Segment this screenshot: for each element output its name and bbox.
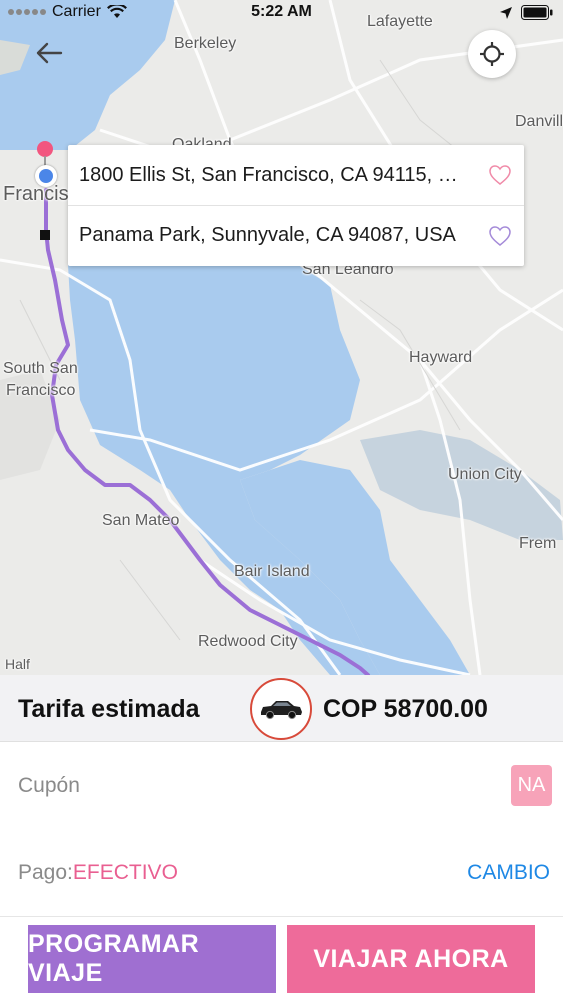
status-bar: Carrier 5:22 AM	[0, 0, 563, 28]
coupon-row[interactable]: Cupón	[0, 742, 563, 828]
map-label-union-city: Union City	[448, 466, 522, 483]
fare-label: Tarifa estimada	[18, 695, 200, 723]
origin-address-field[interactable]: 1800 Ellis St, San Francisco, CA 94115, …	[68, 145, 524, 205]
favorite-origin-heart-icon[interactable]	[488, 164, 512, 186]
destination-address-field[interactable]: Panama Park, Sunnyvale, CA 94087, USA	[68, 205, 524, 265]
payment-row: Pago:EFECTIVO CAMBIO	[0, 845, 563, 901]
map-label-south-sf-2: Francisco	[6, 382, 76, 399]
map-label-bair-island: Bair Island	[234, 563, 310, 580]
fare-amount: COP 58700.00	[323, 695, 488, 723]
map-label-half: Half	[5, 656, 30, 672]
vehicle-type-badge[interactable]	[250, 678, 312, 740]
address-panel: 1800 Ellis St, San Francisco, CA 94115, …	[68, 145, 524, 266]
map-label-south-sf-1: South San	[3, 360, 78, 377]
back-arrow-icon	[36, 42, 63, 64]
map-label-francisco: Francis	[3, 183, 69, 205]
map-view[interactable]: Berkeley Lafayette Oakland Danville Fran…	[0, 0, 563, 675]
status-time: 5:22 AM	[251, 3, 312, 20]
location-arrow-icon	[500, 6, 512, 19]
favorite-destination-heart-icon[interactable]	[488, 225, 512, 247]
map-label-fremont: Frem	[519, 535, 557, 552]
crosshair-icon	[480, 42, 504, 66]
payment-label-text: Pago:	[18, 861, 73, 884]
my-location-button[interactable]	[468, 30, 516, 78]
map-label-hayward: Hayward	[409, 349, 473, 366]
destination-address-text: Panama Park, Sunnyvale, CA 94087, USA	[79, 224, 456, 246]
destination-marker-icon	[40, 230, 50, 240]
car-icon	[261, 701, 302, 720]
fare-bar: Tarifa estimada COP 58700.00	[0, 675, 563, 742]
back-button[interactable]	[26, 30, 72, 76]
schedule-ride-button[interactable]: PROGRAMAR VIAJE	[28, 925, 276, 993]
battery-icon	[521, 5, 553, 20]
origin-marker-icon	[35, 165, 57, 187]
map-label-berkeley: Berkeley	[174, 35, 237, 52]
map-label-redwood-city: Redwood City	[198, 633, 298, 650]
status-right-icons	[499, 5, 553, 20]
payment-method: EFECTIVO	[72, 861, 178, 884]
map-label-danville: Danville	[515, 113, 563, 130]
payment-label: Pago:EFECTIVO	[18, 861, 178, 885]
map-label-san-mateo: San Mateo	[102, 512, 180, 529]
coupon-label: Cupón	[18, 774, 80, 797]
origin-address-text: 1800 Ellis St, San Francisco, CA 94115, …	[79, 163, 469, 186]
ride-now-button[interactable]: VIAJAR AHORA	[287, 925, 535, 993]
change-payment-button[interactable]: CAMBIO	[467, 861, 550, 885]
coupon-status-badge[interactable]: NA	[511, 765, 552, 806]
divider	[0, 916, 563, 917]
